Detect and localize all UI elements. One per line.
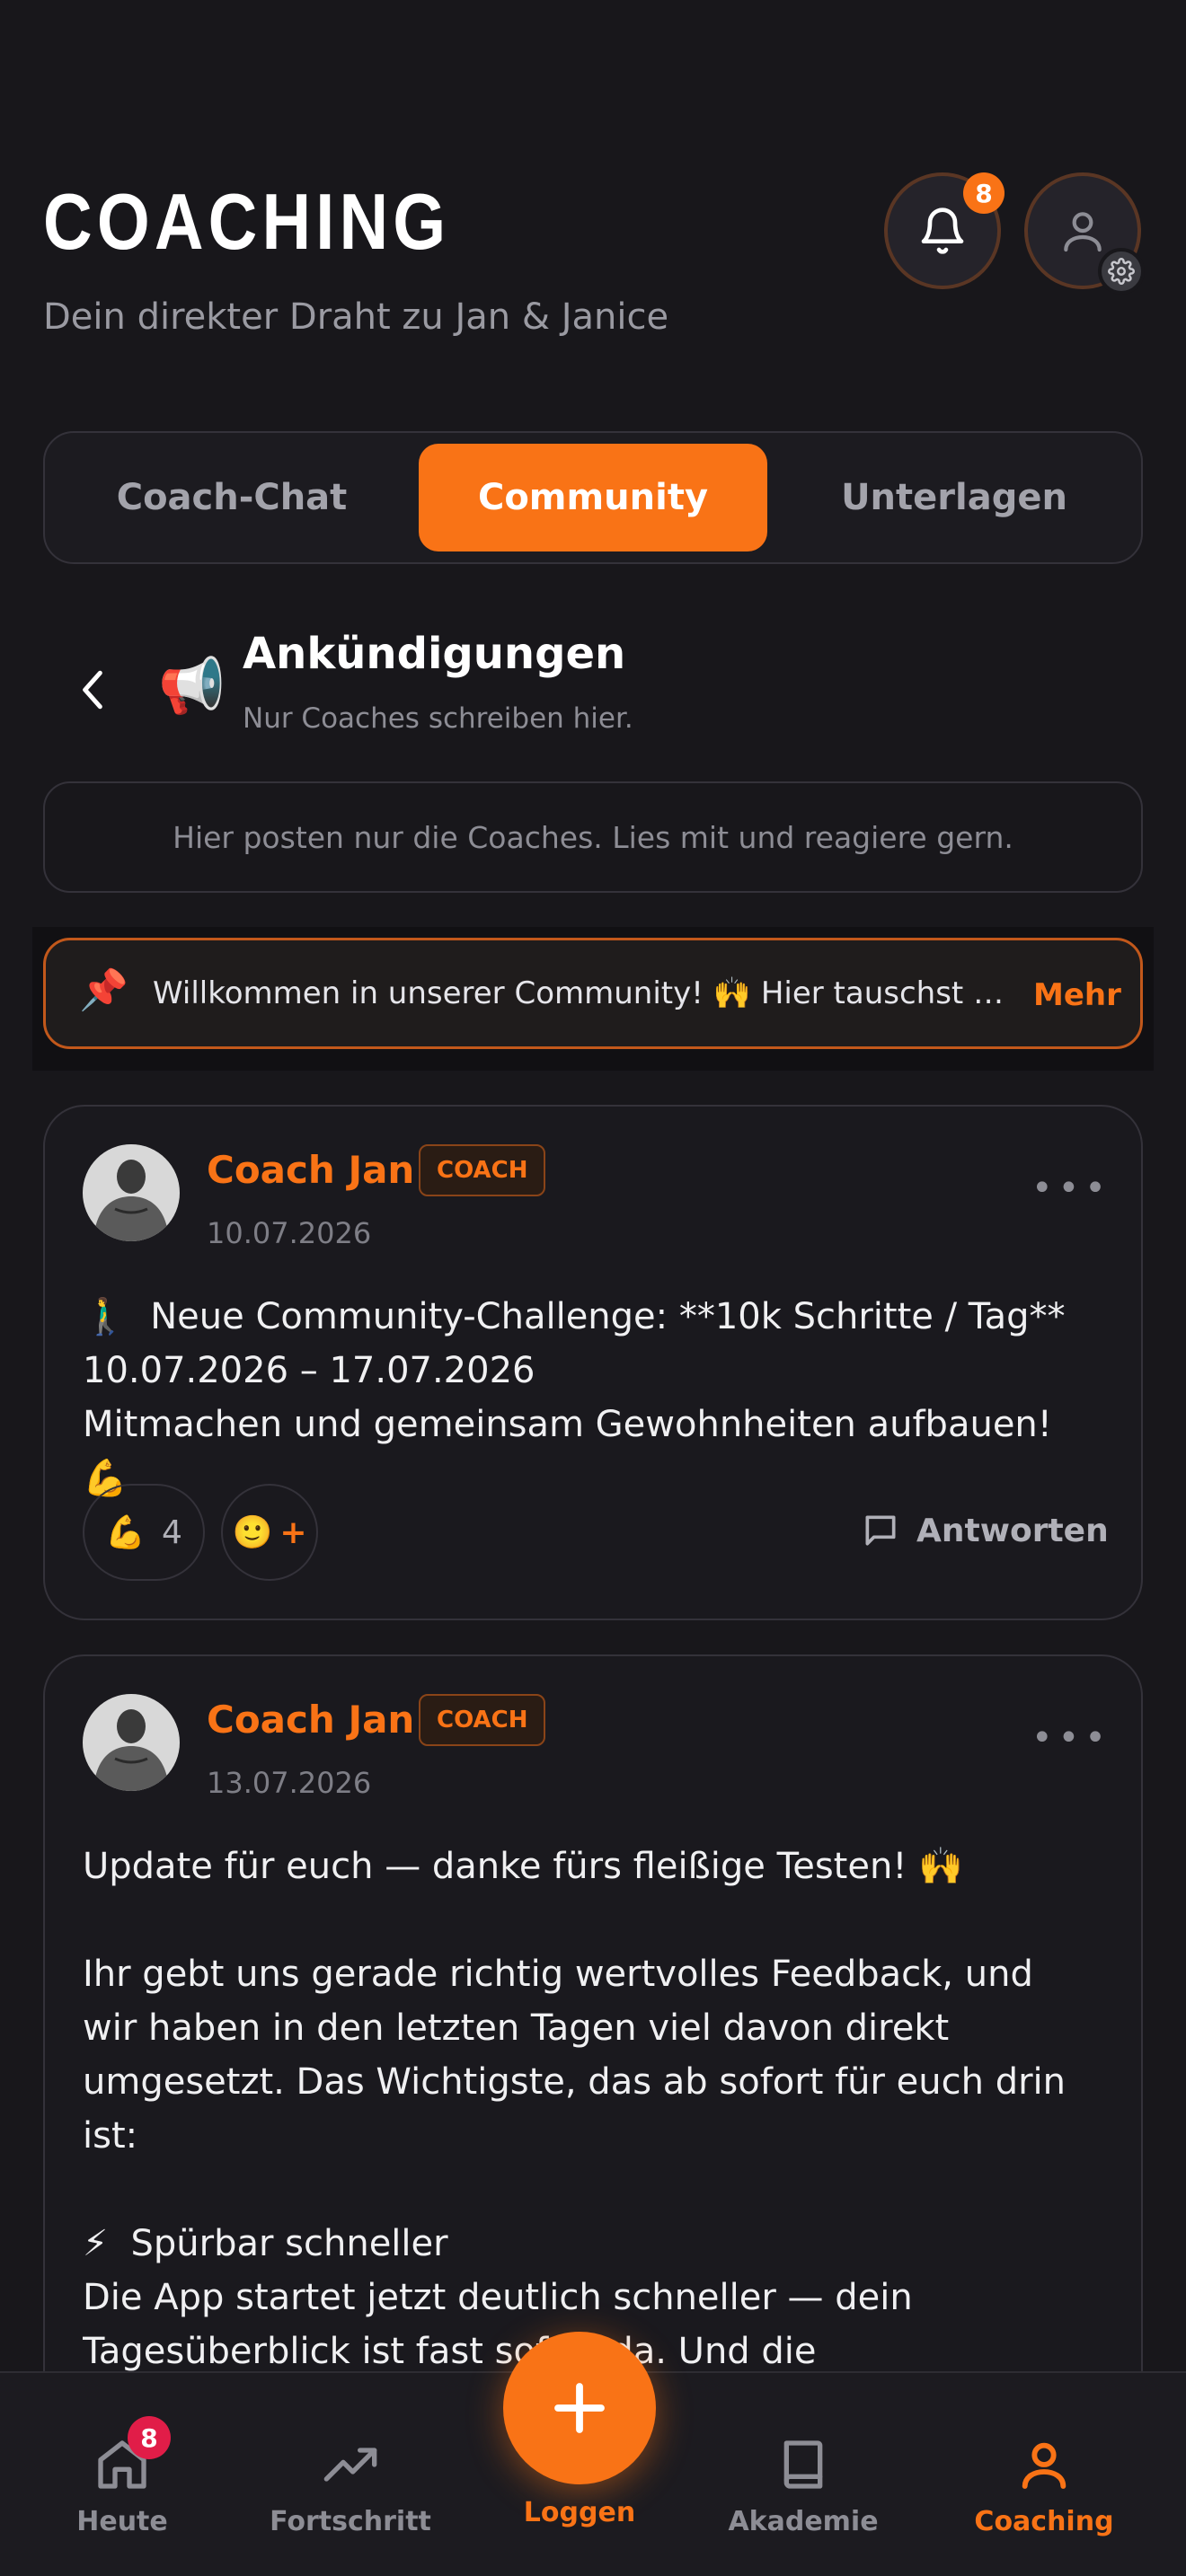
back-button[interactable]	[70, 663, 115, 717]
smiley-icon: 🙂	[232, 1514, 273, 1551]
nav-item-fortschritt[interactable]: Fortschritt	[261, 2436, 440, 2537]
reaction-button[interactable]: 💪 4	[83, 1484, 205, 1581]
user-icon	[1064, 212, 1102, 252]
more-options-icon[interactable]: •••	[1031, 1717, 1111, 1759]
nav-label: Coaching	[974, 2506, 1114, 2537]
tab-unterlagen[interactable]: Unterlagen	[780, 444, 1128, 551]
more-options-icon[interactable]: •••	[1031, 1168, 1111, 1209]
coach-badge: COACH	[419, 1144, 546, 1196]
log-fab-button[interactable]	[503, 2332, 656, 2484]
post-body: Update für euch — danke fürs fleißige Te…	[83, 1846, 1067, 2371]
post-author[interactable]: Coach Jan	[207, 1148, 414, 1192]
log-fab-label: Loggen	[523, 2497, 636, 2528]
comment-icon	[865, 1515, 896, 1546]
plus-icon	[554, 2383, 605, 2433]
channel-title: Ankündigungen	[243, 629, 626, 679]
gear-icon[interactable]	[1098, 248, 1145, 295]
nav-item-heute[interactable]: Heute	[32, 2436, 212, 2537]
post-date: 10.07.2026	[207, 1216, 372, 1250]
pin-icon: 📌	[79, 967, 128, 1013]
add-reaction-button[interactable]: 🙂 +	[221, 1484, 318, 1581]
avatar[interactable]	[83, 1694, 180, 1791]
avatar[interactable]	[83, 1144, 180, 1241]
channel-info-box: Hier posten nur die Coaches. Lies mit un…	[43, 781, 1143, 893]
reply-button[interactable]: Antworten	[861, 1511, 1109, 1550]
post-body: 🚶‍♂️ Neue Community-Challenge: **10k Sch…	[83, 1296, 1066, 1499]
channel-info-text: Hier posten nur die Coaches. Lies mit un…	[173, 819, 1013, 855]
flexed-biceps-icon: 💪	[105, 1514, 146, 1551]
nav-label: Akademie	[728, 2506, 879, 2537]
nav-label: Heute	[76, 2506, 168, 2537]
bell-icon	[921, 207, 964, 254]
megaphone-icon: 📢	[158, 655, 226, 718]
reaction-count: 4	[161, 1513, 182, 1551]
nav-item-coaching[interactable]: Coaching	[954, 2436, 1134, 2537]
plus-icon: +	[279, 1513, 307, 1551]
post-date: 13.07.2026	[207, 1766, 372, 1800]
book-icon	[783, 2440, 823, 2489]
page-title: COACHING	[43, 177, 451, 266]
channel-subtitle: Nur Coaches schreiben hier.	[243, 702, 633, 735]
notification-badge: 8	[963, 172, 1005, 214]
nav-item-akademie[interactable]: Akademie	[713, 2436, 893, 2537]
tab-bar: Coach-Chat Community Unterlagen	[43, 431, 1143, 564]
coach-badge: COACH	[419, 1694, 546, 1746]
tab-coach-chat[interactable]: Coach-Chat	[58, 444, 406, 551]
tab-community[interactable]: Community	[419, 444, 767, 551]
home-badge: 8	[128, 2416, 171, 2459]
post-author[interactable]: Coach Jan	[207, 1698, 414, 1742]
pinned-text: Willkommen in unserer Community! 🙌 Hier …	[153, 975, 1006, 1011]
user-icon	[1022, 2442, 1067, 2489]
more-link[interactable]: Mehr	[1033, 977, 1121, 1013]
trend-icon	[323, 2448, 377, 2482]
reply-label: Antworten	[916, 1512, 1109, 1549]
nav-label: Fortschritt	[270, 2506, 431, 2537]
page-subtitle: Dein direkter Draht zu Jan & Janice	[43, 296, 669, 338]
chevron-left-icon	[83, 670, 102, 710]
